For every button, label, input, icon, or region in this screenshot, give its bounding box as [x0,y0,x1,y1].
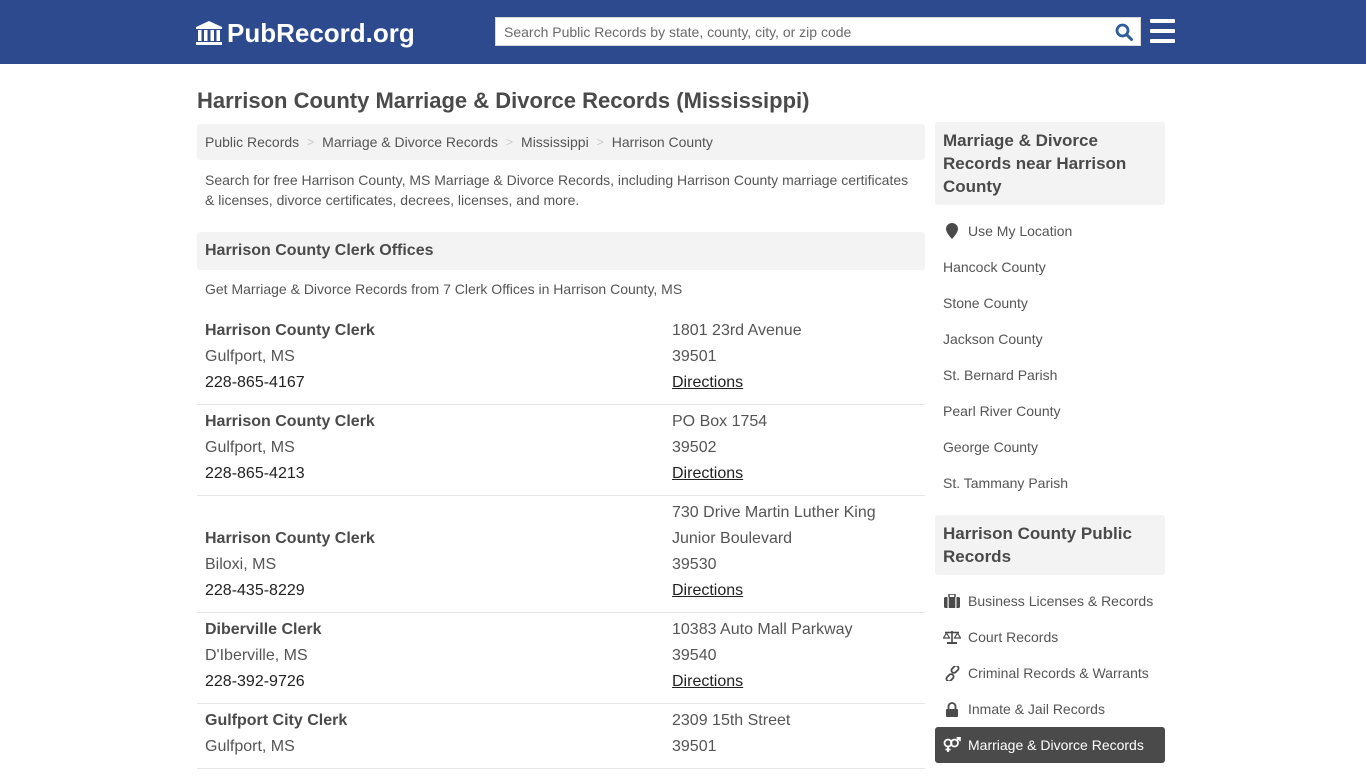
office-name: Harrison County Clerk [205,322,375,339]
office-item: Gulfport City Clerk Gulfport, MS 2309 15… [197,704,925,769]
office-name: Harrison County Clerk [205,413,375,430]
sidebar: Marriage & Divorce Records near Harrison… [935,122,1165,777]
office-phone[interactable]: 228-865-4213 [205,461,672,487]
site-logo[interactable]: PubRecord.org [195,16,415,50]
sidebar-item-label: Court Records [968,629,1059,645]
office-city: D'Iberville, MS [205,647,308,664]
directions-link[interactable]: Directions [672,465,743,482]
balance-scale-icon [943,630,961,644]
directions-link[interactable]: Directions [672,374,743,391]
office-item: Diberville Clerk D'Iberville, MS 228-392… [197,613,925,704]
sidebar-item-business-licenses[interactable]: Business Licenses & Records [935,583,1165,619]
breadcrumb-separator: > [307,135,315,149]
office-phone[interactable]: 228-392-9726 [205,669,672,695]
office-address: 10383 Auto Mall Parkway [672,621,853,638]
directions-link[interactable]: Directions [672,582,743,599]
nearby-county-link[interactable]: St. Tammany Parish [935,465,1165,501]
office-city: Gulfport, MS [205,348,295,365]
directions-link[interactable]: Directions [672,673,743,690]
lock-icon [943,701,961,717]
office-address: 2309 15th Street [672,712,791,729]
office-city: Biloxi, MS [205,556,277,573]
sidebar-item-marriage-divorce[interactable]: Marriage & Divorce Records [935,727,1165,763]
clerk-offices-list: Harrison County Clerk Gulfport, MS 228-8… [197,314,925,769]
nearby-county-link[interactable]: St. Bernard Parish [935,357,1165,393]
clerk-offices-heading: Harrison County Clerk Offices [197,232,925,270]
office-phone[interactable]: 228-435-8229 [205,578,672,604]
office-name: Gulfport City Clerk [205,712,348,729]
page-title: Harrison County Marriage & Divorce Recor… [197,88,810,113]
public-records-list: Business Licenses & Records Court Record… [935,575,1165,777]
nearby-county-link[interactable]: Stone County [935,285,1165,321]
search-icon [1115,23,1133,41]
nearby-county-link[interactable]: George County [935,429,1165,465]
office-zip: 39501 [672,738,717,755]
link-icon [943,665,961,681]
office-zip: 39540 [672,647,717,664]
nearby-county-link[interactable]: Jackson County [935,321,1165,357]
use-my-location-label: Use My Location [968,223,1073,239]
office-address-line2: Junior Boulevard [672,530,793,547]
office-city: Gulfport, MS [205,738,295,755]
office-item: Harrison County Clerk Gulfport, MS 228-8… [197,405,925,496]
breadcrumb: Public Records > Marriage & Divorce Reco… [197,124,925,160]
office-address: PO Box 1754 [672,413,768,430]
office-name: Diberville Clerk [205,621,322,638]
sidebar-item-label: Inmate & Jail Records [968,701,1105,717]
office-item: Harrison County Clerk Biloxi, MS 228-435… [197,496,925,613]
map-marker-icon [943,223,961,239]
menu-bar [1150,39,1175,43]
office-zip: 39530 [672,556,717,573]
sidebar-item-label: Criminal Records & Warrants [968,665,1149,681]
breadcrumb-separator: > [596,135,604,149]
breadcrumb-marriage-divorce[interactable]: Marriage & Divorce Records [322,134,498,150]
logo-text: PubRecord.org [227,17,415,48]
search-bar [495,17,1141,46]
breadcrumb-mississippi[interactable]: Mississippi [521,134,589,150]
hamburger-menu-icon[interactable] [1150,19,1175,43]
office-item: Harrison County Clerk Gulfport, MS 228-8… [197,314,925,405]
office-phone[interactable]: 228-865-4167 [205,370,672,396]
briefcase-icon [943,594,961,608]
office-city: Gulfport, MS [205,439,295,456]
office-address: 1801 23rd Avenue [672,322,802,339]
nearby-county-link[interactable]: Hancock County [935,249,1165,285]
use-my-location-link[interactable]: Use My Location [935,213,1165,249]
office-zip: 39501 [672,348,717,365]
search-button[interactable] [1108,18,1140,45]
nearby-county-link[interactable]: Pearl River County [935,393,1165,429]
nearby-records-heading: Marriage & Divorce Records near Harrison… [935,122,1165,205]
office-zip: 39502 [672,439,717,456]
sidebar-item-criminal-records[interactable]: Criminal Records & Warrants [935,655,1165,691]
nearby-list: Use My Location Hancock County Stone Cou… [935,205,1165,515]
sidebar-item-inmate-records[interactable]: Inmate & Jail Records [935,691,1165,727]
county-public-records-heading: Harrison County Public Records [935,515,1165,575]
sidebar-item-label: Marriage & Divorce Records [968,737,1144,753]
sidebar-item-label: Business Licenses & Records [968,593,1154,609]
breadcrumb-harrison-county[interactable]: Harrison County [612,134,713,150]
main-content: Public Records > Marriage & Divorce Reco… [197,124,925,769]
top-navbar: PubRecord.org [0,0,1366,64]
menu-bar [1150,29,1175,33]
breadcrumb-public-records[interactable]: Public Records [205,134,299,150]
search-input[interactable] [496,18,1108,45]
office-address: 730 Drive Martin Luther King [672,504,876,521]
venus-mars-icon [943,737,961,753]
office-name: Harrison County Clerk [205,530,375,547]
breadcrumb-separator: > [506,135,514,149]
sidebar-item-court-records[interactable]: Court Records [935,619,1165,655]
clerk-offices-subheading: Get Marriage & Divorce Records from 7 Cl… [205,281,683,297]
courthouse-icon [196,21,222,45]
menu-bar [1150,19,1175,23]
